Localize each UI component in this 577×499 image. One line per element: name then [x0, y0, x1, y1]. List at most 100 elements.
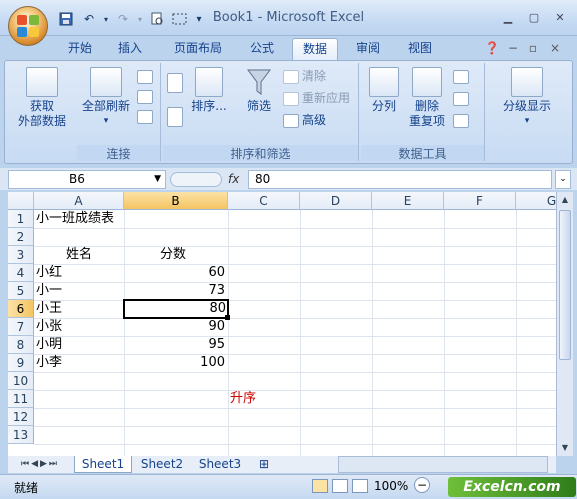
cell-b3[interactable]: 分数: [160, 246, 186, 264]
edit-links-icon[interactable]: [137, 107, 156, 125]
text-to-columns-icon: [369, 67, 399, 97]
row-header[interactable]: 12: [8, 408, 34, 426]
sort-ascending-icon[interactable]: [167, 73, 186, 93]
scroll-thumb[interactable]: [559, 210, 571, 360]
tab-home[interactable]: 开始: [58, 38, 102, 60]
cell-a6[interactable]: 小王: [36, 300, 62, 318]
cell-a3[interactable]: 姓名: [66, 246, 92, 264]
row-header[interactable]: 3: [8, 246, 34, 264]
row-header[interactable]: 8: [8, 336, 34, 354]
column-header[interactable]: F: [444, 192, 516, 210]
group-get-external: 获取 外部数据: [7, 63, 75, 161]
formula-input[interactable]: 80: [248, 170, 552, 189]
column-header[interactable]: B: [124, 192, 228, 210]
ribbon: 获取 外部数据 全部刷新 ▾ 连接 排序... 筛选 清除 重新应用 高级 排序…: [4, 60, 573, 164]
row-header[interactable]: 7: [8, 318, 34, 336]
cell-a8[interactable]: 小明: [36, 336, 62, 354]
horizontal-scrollbar[interactable]: [338, 456, 548, 473]
tab-page-layout[interactable]: 页面布局: [164, 38, 232, 60]
tab-data[interactable]: 数据: [292, 38, 338, 60]
scroll-up-icon[interactable]: ▲: [557, 192, 573, 208]
sheet-nav-icons[interactable]: ⏮◀▶⏭: [10, 456, 70, 473]
cell-b8[interactable]: 95: [125, 336, 225, 354]
minimize-icon[interactable]: ▁: [497, 8, 519, 26]
cell-a4[interactable]: 小红: [36, 264, 62, 282]
row-header[interactable]: 2: [8, 228, 34, 246]
cell-b5[interactable]: 73: [125, 282, 225, 300]
fill-handle[interactable]: [225, 315, 230, 320]
row-header[interactable]: 11: [8, 390, 34, 408]
wb-close-icon[interactable]: ×: [548, 38, 562, 60]
tab-view[interactable]: 视图: [398, 38, 442, 60]
maximize-icon[interactable]: ▢: [523, 8, 545, 26]
sort-descending-icon[interactable]: [167, 107, 186, 127]
cell-b4[interactable]: 60: [125, 264, 225, 282]
cell-b6-active[interactable]: 80: [123, 299, 229, 319]
consolidate-icon[interactable]: [453, 89, 472, 107]
page-break-view-icon[interactable]: [352, 479, 368, 493]
tab-review[interactable]: 审阅: [346, 38, 390, 60]
data-validation-icon[interactable]: [453, 67, 472, 85]
page-layout-view-icon[interactable]: [332, 479, 348, 493]
cell-b9[interactable]: 100: [125, 354, 225, 372]
sheet-tab-1[interactable]: Sheet1: [74, 456, 132, 473]
outline-button[interactable]: 分级显示 ▾: [491, 67, 563, 129]
filter-button[interactable]: 筛选: [241, 67, 277, 114]
what-if-icon[interactable]: [453, 111, 472, 129]
row-header[interactable]: 1: [8, 210, 34, 228]
refresh-all-button[interactable]: 全部刷新 ▾: [79, 67, 133, 129]
expand-formula-icon[interactable]: ⌄: [555, 170, 571, 189]
advanced-button[interactable]: 高级: [283, 111, 326, 129]
wb-minimize-icon[interactable]: −: [506, 38, 520, 60]
name-box[interactable]: B6 ▼: [8, 170, 166, 189]
clear-button[interactable]: 清除: [283, 67, 326, 85]
insert-sheet-icon[interactable]: ⊞: [252, 456, 276, 473]
zoom-out-icon[interactable]: −: [414, 477, 430, 493]
vertical-scrollbar[interactable]: ▲ ▼: [556, 192, 573, 456]
row-header[interactable]: 4: [8, 264, 34, 282]
cell-a1[interactable]: 小一班成绩表: [36, 210, 114, 228]
row-header[interactable]: 10: [8, 372, 34, 390]
insert-function-icon[interactable]: fx: [228, 170, 244, 189]
row-header[interactable]: 5: [8, 282, 34, 300]
window-controls: ▁ ▢ ✕: [497, 8, 571, 26]
tab-insert[interactable]: 插入: [108, 38, 152, 60]
group-sort-filter-label: 排序和筛选: [163, 145, 358, 161]
spreadsheet-grid[interactable]: A B C D E F G 1 2 3 4 5 6 7 8 9 10 11 12…: [8, 192, 556, 456]
help-icon[interactable]: ❓: [484, 38, 500, 60]
column-header[interactable]: A: [34, 192, 124, 210]
office-logo-icon: [17, 15, 39, 37]
cell-a5[interactable]: 小一: [36, 282, 62, 300]
cell-a7[interactable]: 小张: [36, 318, 62, 336]
sheet-tab-3[interactable]: Sheet3: [192, 456, 248, 473]
name-box-dropdown-icon[interactable]: ▼: [154, 171, 161, 188]
get-external-data-button[interactable]: 获取 外部数据: [11, 67, 73, 129]
text-to-columns-button[interactable]: 分列: [365, 67, 403, 114]
formula-divider[interactable]: [170, 172, 222, 187]
column-header[interactable]: E: [372, 192, 444, 210]
sort-button[interactable]: 排序...: [191, 67, 227, 114]
reapply-button[interactable]: 重新应用: [283, 89, 350, 107]
row-header[interactable]: 6: [8, 300, 34, 318]
close-icon[interactable]: ✕: [549, 8, 571, 26]
select-all-corner[interactable]: [8, 192, 34, 210]
cell-b7[interactable]: 90: [125, 318, 225, 336]
zoom-level[interactable]: 100%: [374, 479, 408, 493]
wb-restore-icon[interactable]: ▫: [526, 38, 540, 60]
row-header[interactable]: 9: [8, 354, 34, 372]
scroll-down-icon[interactable]: ▼: [557, 440, 573, 456]
column-header[interactable]: C: [228, 192, 300, 210]
group-outline: 分级显示 ▾: [487, 63, 569, 161]
cell-a9[interactable]: 小李: [36, 354, 62, 372]
row-header[interactable]: 13: [8, 426, 34, 444]
tab-formulas[interactable]: 公式: [240, 38, 284, 60]
connections-icon[interactable]: [137, 67, 156, 85]
properties-icon[interactable]: [137, 87, 156, 105]
column-header[interactable]: D: [300, 192, 372, 210]
remove-duplicates-button[interactable]: 删除 重复项: [407, 67, 447, 129]
column-header[interactable]: G: [516, 192, 556, 210]
watermark-logo: Excelcn.com: [448, 477, 576, 497]
sheet-tab-2[interactable]: Sheet2: [134, 456, 190, 473]
office-button[interactable]: [8, 6, 48, 46]
normal-view-icon[interactable]: [312, 479, 328, 493]
